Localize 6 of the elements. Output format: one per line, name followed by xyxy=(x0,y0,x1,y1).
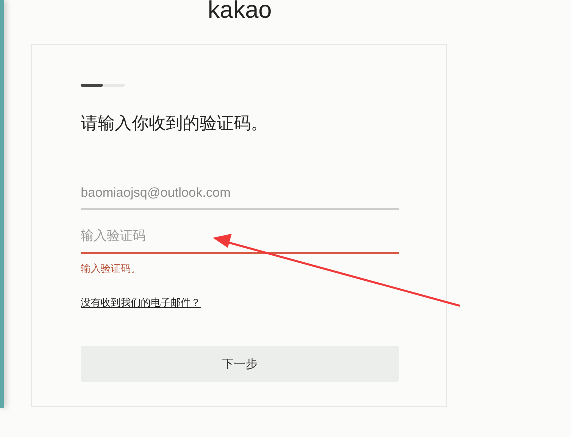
error-message: 输入验证码。 xyxy=(81,262,142,276)
help-link[interactable]: 没有收到我们的电子邮件？ xyxy=(81,296,201,310)
next-button[interactable]: 下一步 xyxy=(81,346,399,382)
heading: 请输入你收到的验证码。 xyxy=(81,113,269,136)
logo: kakao xyxy=(206,0,274,18)
progress-bar xyxy=(81,84,125,87)
